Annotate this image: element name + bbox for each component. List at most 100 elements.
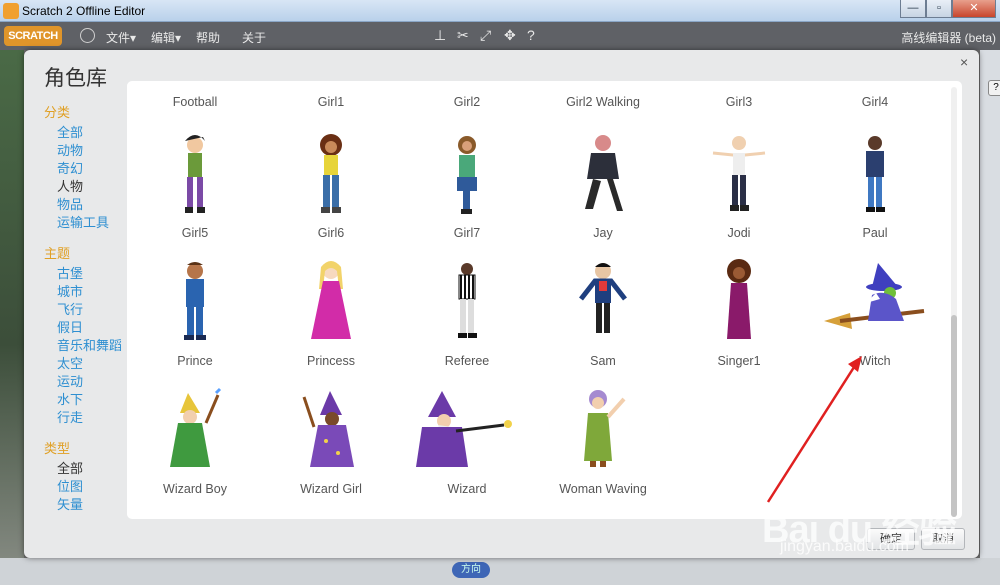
theme-walking[interactable]: 行走	[44, 409, 122, 427]
category-all[interactable]: 全部	[44, 124, 122, 142]
theme-holiday[interactable]: 假日	[44, 319, 122, 337]
scratch-logo[interactable]: SCRATCH	[4, 26, 62, 46]
sprite-card-girl6[interactable]: Girl6	[263, 131, 399, 259]
sprite-label: Wizard Girl	[300, 482, 362, 496]
menu-about[interactable]: 关于	[242, 29, 266, 46]
shrink-icon[interactable]: ✥	[504, 27, 516, 44]
sprite-library-dialog: 角色库 × 分类 全部 动物 奇幻 人物 物品 运输工具 主题 古堡 城市 飞行…	[24, 50, 979, 558]
sam-thumbnail	[579, 263, 627, 333]
sprite-label: Referee	[444, 354, 490, 368]
theme-flying[interactable]: 飞行	[44, 301, 122, 319]
sprite-card-jay[interactable]: Jay	[535, 131, 671, 259]
grid-scrollbar[interactable]	[951, 87, 957, 517]
category-fantasy[interactable]: 奇幻	[44, 160, 122, 178]
sprite-card-witch[interactable]: Witch	[807, 259, 943, 387]
grow-icon[interactable]: ⤢	[480, 27, 491, 44]
window-titlebar: Scratch 2 Offline Editor — ▫ ✕	[0, 0, 1000, 22]
sprite-card-girl5[interactable]: Girl5	[127, 131, 263, 259]
type-bitmap[interactable]: 位图	[44, 478, 122, 496]
sprite-label: Football	[172, 95, 218, 109]
sprite-label: Jodi	[727, 226, 751, 240]
woman-waving-thumbnail	[584, 390, 626, 467]
witch-thumbnail	[824, 263, 925, 329]
stage-background-strip	[0, 50, 24, 585]
category-people[interactable]: 人物	[44, 178, 122, 196]
referee-thumbnail	[458, 263, 477, 338]
sprite-label: Girl6	[317, 226, 345, 240]
princess-thumbnail	[311, 261, 351, 339]
type-vector[interactable]: 矢量	[44, 496, 122, 514]
window-title: Scratch 2 Offline Editor	[22, 4, 146, 18]
sprite-card-referee[interactable]: Referee	[399, 259, 535, 387]
minimize-button[interactable]: —	[900, 0, 926, 18]
sprite-label: Wizard	[447, 482, 487, 496]
sprite-label: Princess	[307, 354, 355, 368]
wizard-thumbnail	[416, 391, 512, 467]
library-sidebar: 分类 全部 动物 奇幻 人物 物品 运输工具 主题 古堡 城市 飞行 假日 音乐…	[44, 102, 122, 514]
sprite-card-princess[interactable]: Princess	[263, 259, 399, 387]
singer1-thumbnail	[727, 259, 751, 339]
wizard-girl-thumbnail	[302, 391, 354, 467]
scratch-menubar: SCRATCH 文件▾ 编辑▾ 帮助 关于 ⊥ ✂ ⤢ ✥ ? 高线编辑器 (b…	[0, 22, 1000, 50]
sprite-card-paul[interactable]: Paul	[807, 131, 943, 259]
sprite-card-wizard[interactable]: Wizard	[399, 387, 535, 515]
sprite-card-woman-waving[interactable]: Woman Waving	[535, 387, 671, 515]
theme-castle[interactable]: 古堡	[44, 265, 122, 283]
window-controls: — ▫ ✕	[900, 0, 996, 18]
cut-icon[interactable]: ✂	[457, 27, 469, 44]
sprite-label: Wizard Boy	[163, 482, 227, 496]
sprite-card-football[interactable]: Football	[127, 95, 263, 116]
menu-file[interactable]: 文件▾	[106, 29, 136, 46]
sprite-card-sam[interactable]: Sam	[535, 259, 671, 387]
jay-thumbnail	[585, 135, 623, 211]
jodi-thumbnail	[712, 136, 766, 211]
stamp-icon[interactable]: ⊥	[434, 27, 446, 44]
theme-sports[interactable]: 运动	[44, 373, 122, 391]
sprite-label: Paul	[862, 226, 888, 240]
menu-edit[interactable]: 编辑▾	[151, 29, 181, 46]
category-header: 分类	[44, 105, 71, 120]
maximize-button[interactable]: ▫	[926, 0, 952, 18]
sprite-card-girl2-walking[interactable]: Girl2 Walking	[535, 95, 671, 116]
sprite-card-prince[interactable]: Prince	[127, 259, 263, 387]
help-tab-icon[interactable]: ?	[988, 80, 1000, 96]
sprite-card-girl7[interactable]: Girl7	[399, 131, 535, 259]
sprite-label: Girl2	[453, 95, 481, 109]
direction-pill[interactable]: 方向	[452, 562, 490, 578]
sprite-label: Singer1	[717, 354, 761, 368]
sprite-card-wizard-boy[interactable]: Wizard Boy	[127, 387, 263, 515]
sprite-card-jodi[interactable]: Jodi	[671, 131, 807, 259]
scripts-area-strip: ?	[980, 50, 1000, 585]
sprite-label: Girl7	[453, 226, 481, 240]
paul-thumbnail	[866, 136, 885, 212]
sprite-card-girl3[interactable]: Girl3	[671, 95, 807, 116]
menu-help[interactable]: 帮助	[196, 29, 220, 46]
sprite-card-girl4[interactable]: Girl4	[807, 95, 943, 116]
theme-music-dance[interactable]: 音乐和舞蹈	[44, 337, 122, 355]
theme-underwater[interactable]: 水下	[44, 391, 122, 409]
sprite-card-singer1[interactable]: Singer1	[671, 259, 807, 387]
sprite-card-girl1[interactable]: Girl1	[263, 95, 399, 116]
close-window-button[interactable]: ✕	[952, 0, 996, 18]
sprite-card-girl2[interactable]: Girl2	[399, 95, 535, 116]
category-things[interactable]: 物品	[44, 196, 122, 214]
theme-header: 主题	[44, 246, 71, 261]
category-animals[interactable]: 动物	[44, 142, 122, 160]
sprite-grid-panel: Football Girl1 Girl2 Girl2 Walking Girl3…	[127, 81, 962, 519]
help-icon[interactable]: ?	[527, 27, 535, 43]
sprite-label: Girl2 Walking	[566, 95, 640, 109]
category-transport[interactable]: 运输工具	[44, 214, 122, 232]
type-header: 类型	[44, 441, 71, 456]
theme-space[interactable]: 太空	[44, 355, 122, 373]
dialog-close-icon[interactable]: ×	[960, 54, 968, 70]
language-globe-icon[interactable]	[80, 28, 95, 43]
bottom-editor-strip: 方向	[0, 558, 1000, 585]
sprite-label: Sam	[590, 354, 616, 368]
sprite-label: Girl4	[861, 95, 889, 109]
theme-city[interactable]: 城市	[44, 283, 122, 301]
dialog-title: 角色库	[44, 67, 107, 90]
sprite-card-wizard-girl[interactable]: Wizard Girl	[263, 387, 399, 515]
scrollbar-thumb[interactable]	[951, 315, 957, 517]
scratch-app-icon	[3, 3, 19, 19]
type-all[interactable]: 全部	[44, 460, 122, 478]
